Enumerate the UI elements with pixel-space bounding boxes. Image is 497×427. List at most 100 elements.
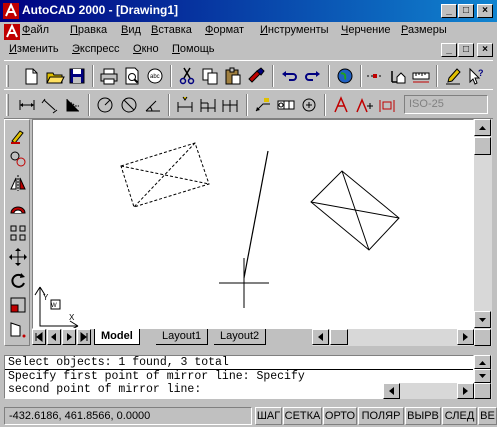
doc-restore-button[interactable]: □ <box>458 43 474 57</box>
document-icon[interactable] <box>4 23 20 40</box>
menu-draw[interactable]: Черчение <box>341 24 391 36</box>
scroll-right-button[interactable] <box>457 329 474 345</box>
vertical-scrollbar[interactable] <box>474 119 492 346</box>
menu-format[interactable]: Формат <box>205 24 244 36</box>
offset-icon[interactable] <box>7 198 29 220</box>
menu-file[interactable]: Файл <box>22 24 49 36</box>
cmd-scroll-left-button[interactable] <box>383 383 400 399</box>
autocad-app-icon[interactable] <box>3 2 19 19</box>
scale-icon[interactable] <box>7 294 29 316</box>
paste-icon[interactable] <box>222 65 244 87</box>
copy-icon[interactable] <box>199 65 221 87</box>
selected-rectangle-object[interactable] <box>120 142 210 208</box>
move-icon[interactable] <box>7 246 29 268</box>
menu-draw-label: ерчение <box>348 24 391 36</box>
tolerance-icon[interactable] <box>275 94 297 116</box>
cut-icon[interactable] <box>176 65 198 87</box>
svg-text:abc: abc <box>150 74 160 80</box>
radius-dimension-icon[interactable] <box>94 94 116 116</box>
doc-close-button[interactable]: × <box>477 43 493 57</box>
tab-model[interactable]: Model <box>94 329 140 345</box>
lwt-toggle[interactable]: ВЕ <box>478 407 497 425</box>
leader-icon[interactable] <box>252 94 274 116</box>
tab-first-button[interactable] <box>32 329 46 345</box>
toolbar-grip[interactable] <box>6 94 9 116</box>
snap-toggle[interactable]: ШАГ <box>255 407 282 425</box>
menu-view[interactable]: Вид <box>121 24 141 36</box>
distance-icon[interactable] <box>410 65 432 87</box>
scroll-left-button[interactable] <box>312 329 329 345</box>
tab-next-button[interactable] <box>62 329 76 345</box>
close-button[interactable]: × <box>477 4 493 18</box>
cmd-scroll-up-button[interactable] <box>474 355 491 369</box>
cmd-scroll-down-button[interactable] <box>474 369 491 383</box>
undo-icon[interactable] <box>278 65 300 87</box>
coordinate-display[interactable]: -432.6186, 461.8566, 0.0000 <box>4 407 252 425</box>
menu-dimension[interactable]: Размеры <box>401 24 447 36</box>
grid-toggle[interactable]: СЕТКА <box>283 407 322 425</box>
menu-tools[interactable]: Инструменты <box>260 24 329 36</box>
maximize-button[interactable]: □ <box>458 4 474 18</box>
rectangle-object[interactable] <box>310 170 400 251</box>
quick-dimension-icon[interactable] <box>174 94 196 116</box>
command-vertical-scrollbar[interactable] <box>474 355 492 399</box>
help-icon[interactable]: ? <box>465 65 487 87</box>
menu-window[interactable]: Окно <box>133 43 159 55</box>
scroll-thumb[interactable] <box>474 137 491 155</box>
minimize-button[interactable]: _ <box>441 4 457 18</box>
center-mark-icon[interactable] <box>298 94 320 116</box>
redo-icon[interactable] <box>302 65 324 87</box>
dimension-edit-icon[interactable] <box>330 94 352 116</box>
pencil-properties-icon[interactable] <box>442 65 464 87</box>
baseline-dimension-icon[interactable] <box>197 94 219 116</box>
menu-modify[interactable]: Изменить <box>9 43 59 55</box>
command-horizontal-scrollbar[interactable] <box>383 383 474 399</box>
object-snap-icon[interactable] <box>364 65 386 87</box>
osnap-toggle[interactable]: ВЫРВ <box>405 407 441 425</box>
cmd-scroll-right-button[interactable] <box>457 383 474 399</box>
title-bar[interactable]: AutoCAD 2000 - [Drawing1] _ □ × <box>0 0 497 22</box>
diameter-dimension-icon[interactable] <box>118 94 140 116</box>
new-icon[interactable] <box>20 65 42 87</box>
aligned-dimension-icon[interactable] <box>39 94 61 116</box>
angular-dimension-icon[interactable] <box>142 94 164 116</box>
dimension-text-edit-icon[interactable] <box>353 94 375 116</box>
erase-icon[interactable] <box>7 124 29 146</box>
toolbar-grip[interactable] <box>6 65 9 87</box>
polar-toggle[interactable]: ПОЛЯР <box>358 407 404 425</box>
horizontal-scrollbar[interactable] <box>312 329 474 346</box>
continue-dimension-icon[interactable] <box>220 94 242 116</box>
copy-object-icon[interactable] <box>7 148 29 170</box>
dimstyle-combobox[interactable]: ISO-25 <box>404 95 488 114</box>
menu-edit[interactable]: Правка <box>70 24 107 36</box>
menu-insert[interactable]: Вставка <box>151 24 192 36</box>
ordinate-dimension-icon[interactable] <box>62 94 84 116</box>
tab-layout2[interactable]: Layout2 <box>214 329 267 345</box>
scroll-down-button[interactable] <box>474 311 491 328</box>
drawing-canvas[interactable]: Y W X <box>32 119 474 331</box>
tab-prev-button[interactable] <box>47 329 61 345</box>
menu-express[interactable]: Экспресс <box>72 43 120 55</box>
tab-layout1[interactable]: Layout1 <box>156 329 209 345</box>
print-preview-icon[interactable] <box>121 65 143 87</box>
linear-dimension-icon[interactable] <box>16 94 38 116</box>
spell-check-icon[interactable]: abc <box>144 65 166 87</box>
match-properties-icon[interactable] <box>245 65 267 87</box>
ucs-icon[interactable] <box>387 65 409 87</box>
open-icon[interactable] <box>44 65 66 87</box>
dimension-update-icon[interactable] <box>376 94 398 116</box>
scroll-up-button[interactable] <box>474 119 491 136</box>
array-icon[interactable] <box>7 222 29 244</box>
doc-minimize-button[interactable]: _ <box>441 43 457 57</box>
save-icon[interactable] <box>66 65 88 87</box>
print-icon[interactable] <box>98 65 120 87</box>
hscroll-thumb[interactable] <box>330 329 348 345</box>
rotate-icon[interactable] <box>7 270 29 292</box>
globe-icon[interactable] <box>334 65 356 87</box>
mirror-icon[interactable] <box>7 172 29 194</box>
otrack-toggle[interactable]: СЛЕД <box>442 407 477 425</box>
stretch-icon[interactable] <box>7 318 29 340</box>
tab-last-button[interactable] <box>77 329 91 345</box>
menu-help[interactable]: Помощь <box>172 43 215 55</box>
ortho-toggle[interactable]: ОРТО <box>323 407 357 425</box>
